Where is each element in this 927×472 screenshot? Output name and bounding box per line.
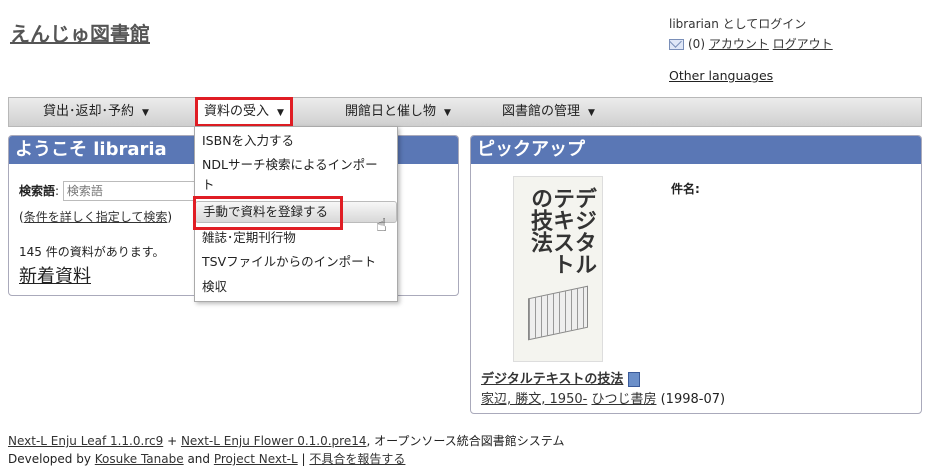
pickup-book-title[interactable]: デジタルテキストの技法 xyxy=(481,372,623,387)
highlight-box xyxy=(193,196,343,230)
menu-item-tsv-import[interactable]: TSVファイルからのインポート xyxy=(195,252,397,272)
nav-events-label: 開館日と催し物 xyxy=(345,104,437,119)
login-box: librarian としてログイン (0) アカウント ログアウト xyxy=(669,14,833,54)
project-link[interactable]: Project Next-L xyxy=(214,452,298,466)
book-cover-title: デジタルテキストの技法 xyxy=(527,187,596,275)
search-row: 検索語: xyxy=(19,181,221,201)
author-credit-link[interactable]: Kosuke Tanabe xyxy=(95,452,184,466)
search-label: 検索語 xyxy=(19,184,56,198)
menu-item-ndl-import-cont[interactable]: ト xyxy=(195,175,397,195)
pickup-heading: ピックアップ xyxy=(471,136,921,164)
site-title-link[interactable]: えんじゅ図書館 xyxy=(10,18,150,47)
chevron-down-icon: ▼ xyxy=(444,108,451,118)
pickup-book-meta: 家辺, 勝文, 1950- ひつじ書房 (1998-07) xyxy=(481,388,725,407)
other-languages-link[interactable]: Other languages xyxy=(669,68,773,83)
author-link[interactable]: 家辺, 勝文, 1950- xyxy=(481,392,587,407)
item-count: 145 件の資料があります。 xyxy=(19,245,165,259)
nav-events[interactable]: 開館日と催し物 ▼ xyxy=(345,98,451,126)
footer-separator: | xyxy=(301,452,306,466)
account-row: (0) アカウント ログアウト xyxy=(669,34,833,54)
footer: Next-L Enju Leaf 1.1.0.rc9 + Next-L Enju… xyxy=(8,432,564,468)
advanced-search-link[interactable]: 条件を詳しく指定して検索 xyxy=(24,210,168,224)
advanced-search: (条件を詳しく指定して検索) xyxy=(19,208,172,225)
footer-and: and xyxy=(187,452,211,466)
menu-item-inspection[interactable]: 検収 xyxy=(195,277,397,297)
footer-line-1: Next-L Enju Leaf 1.1.0.rc9 + Next-L Enju… xyxy=(8,432,564,450)
hand-cursor-icon: ☝ xyxy=(376,215,387,236)
chevron-down-icon: ▼ xyxy=(142,108,149,118)
login-status: librarian としてログイン xyxy=(669,17,807,31)
nav-acquisition[interactable]: 資料の受入 ▼ xyxy=(195,97,293,127)
chevron-down-icon: ▼ xyxy=(277,108,284,118)
report-bug-link[interactable]: 不具合を報告する xyxy=(309,452,405,466)
logout-link[interactable]: ログアウト xyxy=(773,37,833,51)
main-navbar: 貸出･返却･予約 ▼ 資料の受入 ▼ 開館日と催し物 ▼ 図書館の管理 ▼ xyxy=(8,97,922,127)
new-items-link[interactable]: 新着資料 xyxy=(19,262,91,288)
book-icon xyxy=(628,372,641,387)
nav-library-admin-label: 図書館の管理 xyxy=(502,104,581,119)
account-link[interactable]: アカウント xyxy=(709,37,769,51)
enju-flower-link[interactable]: Next-L Enju Flower 0.1.0.pre14 xyxy=(181,434,367,448)
nav-circulation-label: 貸出･返却･予約 xyxy=(43,104,135,119)
footer-plus: + xyxy=(167,434,178,448)
nav-acquisition-label: 資料の受入 xyxy=(204,104,270,119)
nav-library-admin[interactable]: 図書館の管理 ▼ xyxy=(502,98,595,126)
mail-icon[interactable] xyxy=(669,39,684,50)
pickup-panel: ピックアップ デジタルテキストの技法 件名: デジタルテキストの技法 家辺, 勝… xyxy=(470,135,922,414)
chevron-down-icon: ▼ xyxy=(588,108,595,118)
footer-desc: , オープンソース統合図書館システム xyxy=(366,434,565,448)
nav-circulation[interactable]: 貸出･返却･予約 ▼ xyxy=(43,98,149,126)
book-cover-image[interactable]: デジタルテキストの技法 xyxy=(513,176,603,362)
pickup-book-title-row: デジタルテキストの技法 xyxy=(481,368,641,387)
menu-item-isbn[interactable]: ISBNを入力する xyxy=(195,131,397,151)
menu-item-ndl-import[interactable]: NDLサーチ検索によるインポー xyxy=(195,155,397,175)
menu-item-serials[interactable]: 雑誌･定期刊行物 xyxy=(195,228,397,248)
book-cover-illustration xyxy=(528,285,588,341)
advanced-search-close-paren: ) xyxy=(167,210,173,224)
mail-count: (0) xyxy=(688,37,705,51)
developed-by: Developed by xyxy=(8,452,91,466)
footer-line-2: Developed by Kosuke Tanabe and Project N… xyxy=(8,450,564,468)
publication-date: (1998-07) xyxy=(660,392,726,407)
publisher-link[interactable]: ひつじ書房 xyxy=(591,392,656,407)
subject-label: 件名: xyxy=(671,182,700,196)
enju-leaf-link[interactable]: Next-L Enju Leaf 1.1.0.rc9 xyxy=(8,434,163,448)
